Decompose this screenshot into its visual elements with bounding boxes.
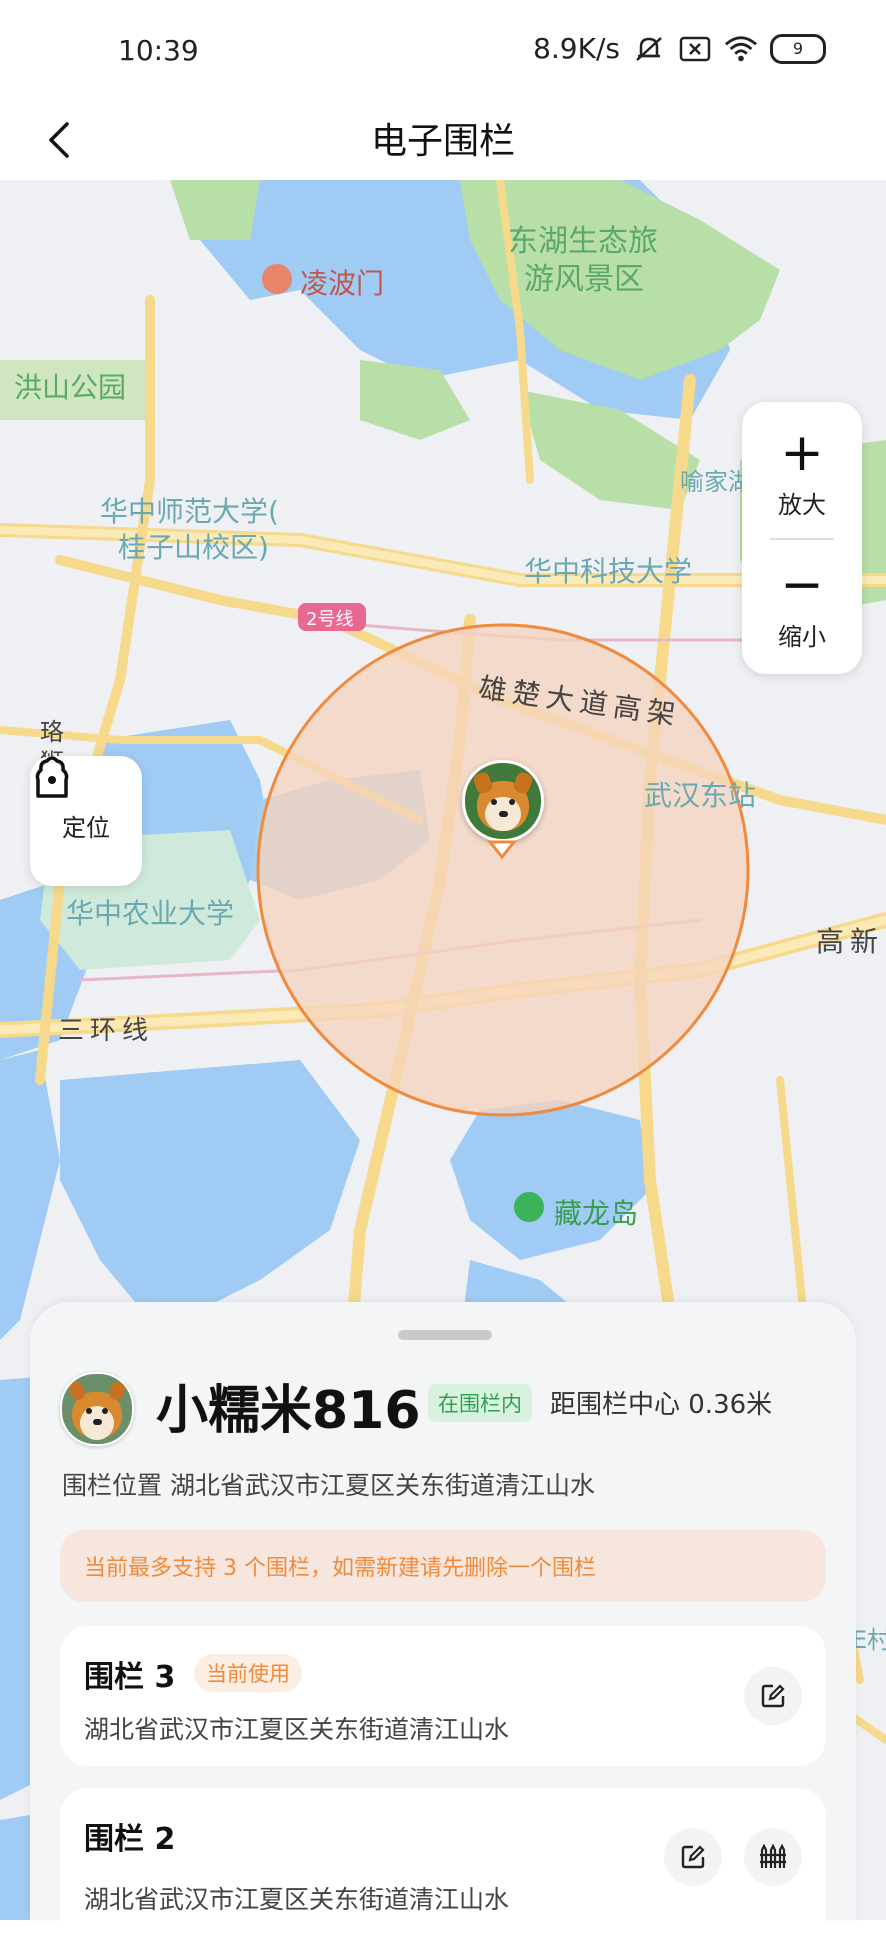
zoom-in-label: 放大 xyxy=(778,490,826,519)
fence-card-3[interactable]: 围栏 3 当前使用 湖北省武汉市江夏区关东街道清江山水 xyxy=(60,1626,826,1766)
pet-avatar xyxy=(60,1372,134,1446)
wifi-icon xyxy=(724,34,758,64)
pet-avatar-marker xyxy=(462,760,544,842)
edit-icon xyxy=(761,1684,785,1708)
battery-icon: 9 xyxy=(770,33,826,64)
network-speed: 8.9K/s xyxy=(533,32,620,65)
map-label-east-lake-2: 游风景区 xyxy=(524,262,644,297)
map-label-ccnu-2: 桂子山校区) xyxy=(118,531,269,564)
fence-address: 湖北省武汉市江夏区关东街道清江山水 xyxy=(84,1885,510,1914)
mute-icon xyxy=(632,34,666,64)
fence-address: 湖北省武汉市江夏区关东街道清江山水 xyxy=(84,1715,510,1744)
marker-pointer-icon xyxy=(487,840,517,860)
sim-off-icon xyxy=(678,34,712,64)
map-label-canglong-island: 藏龙岛 xyxy=(554,1197,639,1230)
paw-locate-icon xyxy=(35,756,69,798)
fence-limit-notice: 当前最多支持 3 个围栏，如需新建请先删除一个围栏 xyxy=(60,1530,826,1602)
edit-fence-button[interactable] xyxy=(664,1828,722,1886)
zoom-out-button[interactable]: − 缩小 xyxy=(742,540,862,670)
map-label-hzau: 华中农业大学 xyxy=(66,897,235,930)
notice-text: 当前最多支持 3 个围栏，如需新建请先删除一个围栏 xyxy=(84,1556,596,1581)
page-title: 电子围栏 xyxy=(370,121,515,162)
map-label-third-ring: 三环线 xyxy=(58,1016,155,1046)
poi-icon xyxy=(262,264,292,294)
map-label-ccnu-1: 华中师范大学( xyxy=(100,495,279,528)
edit-fence-button[interactable] xyxy=(744,1667,802,1725)
use-fence-button[interactable] xyxy=(744,1828,802,1886)
zoom-in-button[interactable]: + 放大 xyxy=(742,408,862,538)
map-label-hongshan-park: 洪山公园 xyxy=(14,371,127,404)
map-label-hust: 华中科技大学 xyxy=(524,555,693,588)
pet-name: 小糯米816 xyxy=(156,1381,421,1441)
zoom-out-label: 缩小 xyxy=(778,622,826,651)
locate-label: 定位 xyxy=(62,813,110,842)
park-poi-icon xyxy=(514,1192,544,1222)
status-time: 10:39 xyxy=(118,34,199,67)
status-right: 8.9K/s 9 xyxy=(533,32,826,65)
fence-status-badge: 在围栏内 xyxy=(428,1384,532,1422)
map-label-wuhan-east-station: 武汉东站 xyxy=(644,779,757,812)
fence-name: 围栏 3 xyxy=(84,1660,176,1695)
minus-icon: − xyxy=(780,554,824,615)
map-label-e-village: E村 xyxy=(852,1626,886,1654)
edit-icon xyxy=(681,1845,705,1869)
pet-location-marker[interactable] xyxy=(462,760,544,860)
app-bar: 电子围栏 xyxy=(0,100,886,180)
map-label-line-2: 2号线 xyxy=(306,609,354,630)
map-label-gaoxin: 高新 xyxy=(816,925,885,958)
locate-button[interactable]: 定位 xyxy=(30,756,142,886)
drag-handle[interactable] xyxy=(398,1330,492,1340)
fence-icon xyxy=(760,1844,786,1868)
fence-info-panel: 小糯米816 在围栏内 距围栏中心 0.36米 围栏位置 湖北省武汉市江夏区关东… xyxy=(30,1302,856,1948)
distance-to-center: 距围栏中心 0.36米 xyxy=(550,1390,773,1420)
fence-name: 围栏 2 xyxy=(84,1822,176,1857)
plus-icon: + xyxy=(780,422,824,483)
current-use-badge: 当前使用 xyxy=(194,1654,302,1692)
map-label-lingbomen: 凌波门 xyxy=(300,267,385,300)
fence-location: 围栏位置 湖北省武汉市江夏区关东街道清江山水 xyxy=(62,1471,595,1500)
zoom-controls: + 放大 − 缩小 xyxy=(742,402,862,674)
status-bar: 10:39 8.9K/s 9 xyxy=(0,0,886,100)
fence-card-2[interactable]: 围栏 2 湖北省武汉市江夏区关东街道清江山水 xyxy=(60,1788,826,1948)
